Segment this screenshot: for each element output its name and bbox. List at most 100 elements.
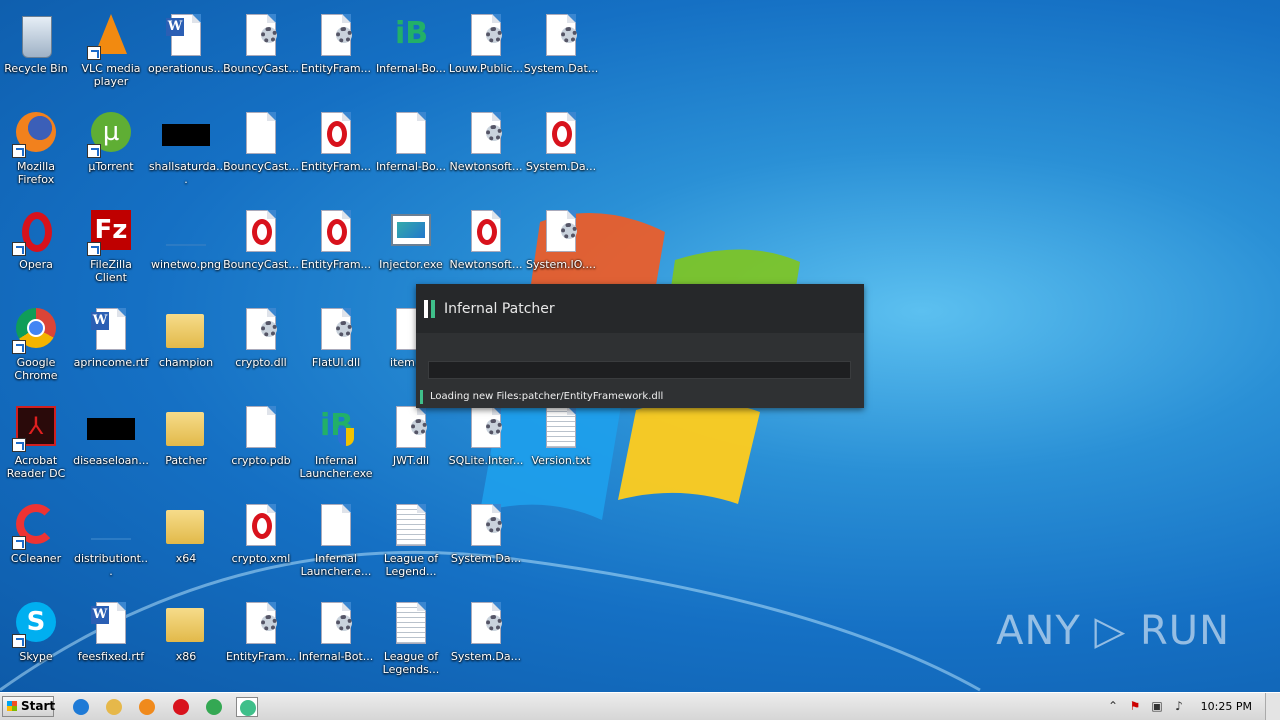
desktop-icon[interactable]: Opera (0, 204, 74, 300)
explorer-folder-icon (106, 699, 122, 715)
desktop-icon[interactable]: S Skype (0, 596, 74, 692)
desktop-icon-label: FileZilla Client (90, 258, 132, 284)
image-file-icon (162, 208, 210, 256)
desktop-icon[interactable]: iB Infernal-Bo... (373, 8, 449, 104)
desktop-icon-label: BouncyCast... (223, 62, 299, 75)
start-button[interactable]: Start (2, 696, 55, 717)
desktop-icon[interactable]: Fz FileZilla Client (73, 204, 149, 300)
desktop-icon-label: Injector.exe (379, 258, 443, 271)
desktop-icon[interactable]: EntityFram... (298, 106, 374, 202)
desktop-icon[interactable]: Infernal-Bo... (373, 106, 449, 202)
opera-file-icon (237, 502, 285, 550)
word-doc-icon: W (162, 12, 210, 60)
desktop-icon-label: System.IO.... (526, 258, 596, 271)
desktop-icon[interactable]: EntityFram... (298, 204, 374, 300)
desktop-icon[interactable]: winetwo.png (148, 204, 224, 300)
desktop-icon[interactable]: Recycle Bin (0, 8, 74, 104)
folder-icon (162, 404, 210, 452)
desktop-icon[interactable]: iB Infernal Launcher.exe (298, 400, 374, 496)
desktop-icon[interactable]: ⅄ Acrobat Reader DC (0, 400, 74, 496)
desktop-icon[interactable]: crypto.dll (223, 302, 299, 398)
desktop-icon[interactable]: Infernal Launcher.e... (298, 498, 374, 594)
shortcut-arrow-icon (12, 536, 26, 550)
taskbar-button-chrome[interactable] (203, 697, 225, 717)
desktop-icon[interactable]: EntityFram... (223, 596, 299, 692)
dll-gear-icon (537, 208, 585, 256)
desktop-icon-label: Skype (19, 650, 53, 663)
word-doc-icon: W (87, 306, 135, 354)
desktop-icon[interactable]: Waprincome.rtf (73, 302, 149, 398)
desktop-icon[interactable]: Patcher (148, 400, 224, 496)
network-icon[interactable]: ▣ (1150, 699, 1164, 713)
desktop-icon[interactable]: x86 (148, 596, 224, 692)
desktop-icon[interactable]: BouncyCast... (223, 204, 299, 300)
taskbar-button-opera[interactable] (170, 697, 192, 717)
black-image-icon (162, 110, 210, 158)
desktop-icon-label: CCleaner (10, 552, 62, 565)
desktop-icon[interactable]: Newtonsoft... (448, 106, 524, 202)
desktop-icon[interactable]: distributiont... (73, 498, 149, 594)
taskbar-button-media-player[interactable] (136, 697, 158, 717)
blank-file-icon (312, 502, 360, 550)
desktop-icon[interactable]: BouncyCast... (223, 106, 299, 202)
desktop-icon[interactable]: Mozilla Firefox (0, 106, 74, 202)
desktop-icon-label: Google Chrome (14, 356, 58, 382)
dll-gear-icon (462, 404, 510, 452)
text-file-icon (537, 404, 585, 452)
action-center-flag-icon[interactable]: ⚑ (1128, 699, 1142, 713)
desktop-icon[interactable]: crypto.xml (223, 498, 299, 594)
desktop-icon[interactable]: System.Da... (523, 106, 599, 202)
desktop-icon-label: System.Da... (525, 160, 597, 173)
ccleaner-icon (12, 502, 60, 550)
patcher-titlebar[interactable]: Infernal Patcher (416, 284, 864, 333)
desktop-icon[interactable]: System.Da... (448, 596, 524, 692)
show-hidden-icons-icon[interactable]: ⌃ (1106, 699, 1120, 713)
desktop-icon-label: VLC media player (81, 62, 141, 88)
desktop-icon-label: SQLite.Inter... (448, 454, 524, 467)
desktop-icon[interactable]: Wfeesfixed.rtf (73, 596, 149, 692)
desktop-icon[interactable]: µ µTorrent (73, 106, 149, 202)
desktop-icon[interactable]: FlatUI.dll (298, 302, 374, 398)
desktop-icon[interactable]: BouncyCast... (223, 8, 299, 104)
desktop-icon[interactable]: CCleaner (0, 498, 74, 594)
desktop-icon[interactable]: League of Legends... (373, 596, 449, 692)
text-file-icon (387, 502, 435, 550)
shortcut-arrow-icon (12, 340, 26, 354)
shortcut-arrow-icon (87, 144, 101, 158)
dll-gear-icon (312, 600, 360, 648)
show-desktop-button[interactable] (1265, 693, 1280, 720)
shortcut-arrow-icon (12, 634, 26, 648)
desktop-icon[interactable]: JWT.dll (373, 400, 449, 496)
desktop-icon[interactable]: System.Da... (448, 498, 524, 594)
desktop-icon-label: Mozilla Firefox (17, 160, 55, 186)
desktop-icon[interactable]: diseaseloan... (73, 400, 149, 496)
desktop-icon-label: x86 (175, 650, 197, 663)
desktop-icon[interactable]: System.Dat... (523, 8, 599, 104)
desktop-icon[interactable]: x64 (148, 498, 224, 594)
desktop-icon[interactable]: VLC media player (73, 8, 149, 104)
desktop-icon[interactable]: shallsaturda... (148, 106, 224, 202)
taskbar-clock[interactable]: 10:25 PM (1201, 700, 1252, 713)
taskbar-button-internet-explorer[interactable] (70, 697, 92, 717)
desktop-icon[interactable]: Version.txt (523, 400, 599, 496)
opera-file-icon (312, 110, 360, 158)
desktop-icon[interactable]: Infernal-Bot... (298, 596, 374, 692)
desktop-icon[interactable]: crypto.pdb (223, 400, 299, 496)
desktop-icon[interactable]: Woperationus... (148, 8, 224, 104)
desktop-icon[interactable]: Google Chrome (0, 302, 74, 398)
desktop-icon[interactable]: champion (148, 302, 224, 398)
opera-file-icon (537, 110, 585, 158)
desktop-icon[interactable]: EntityFram... (298, 8, 374, 104)
desktop-icon[interactable]: Louw.Public... (448, 8, 524, 104)
dll-gear-icon (237, 600, 285, 648)
volume-icon[interactable]: ♪ (1172, 699, 1186, 713)
blank-file-icon (237, 110, 285, 158)
infernal-patcher-window[interactable]: Infernal Patcher Loading new Files:patch… (416, 284, 864, 408)
desktop-icon[interactable]: SQLite.Inter... (448, 400, 524, 496)
taskbar-button-explorer-folder[interactable] (103, 697, 125, 717)
taskbar-button-infernal-patcher[interactable] (236, 697, 258, 717)
vlc-icon (87, 12, 135, 60)
opera-icon (173, 699, 189, 715)
desktop-icon-label: JWT.dll (392, 454, 430, 467)
desktop-icon[interactable]: League of Legend... (373, 498, 449, 594)
